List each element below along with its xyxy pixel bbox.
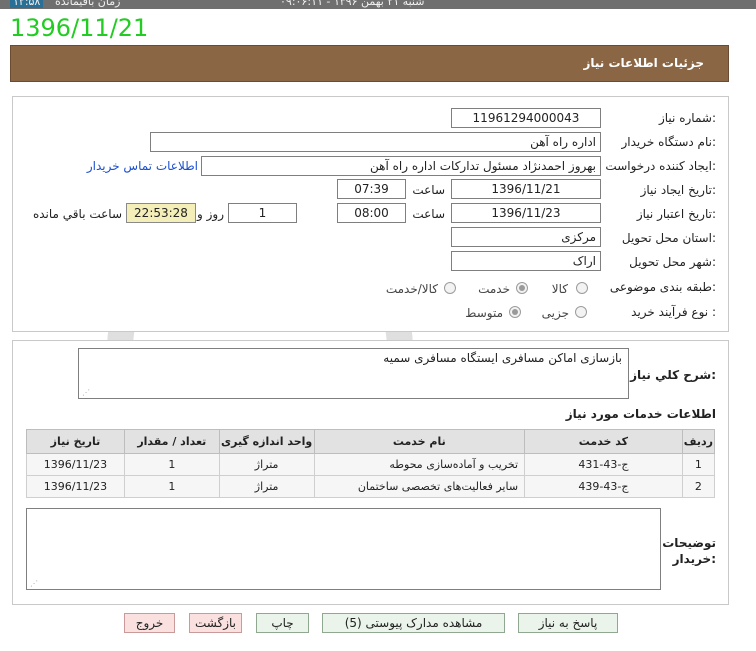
remaining-days-field[interactable]: 1 [228, 203, 297, 223]
remaining-time-field: 22:53:28 [126, 203, 196, 223]
creator-field[interactable]: بهروز احمدنژاد مسئول تدارکات اداره راه آ… [201, 156, 601, 176]
buyer-contact-link[interactable]: اطلاعات تماس خریدار [87, 159, 198, 173]
category-option-goods-service: کالا/خدمت [385, 282, 438, 296]
cell-row: 1 [681, 453, 716, 476]
summary-label: شرح کلي نياز: [630, 368, 716, 382]
cell-unit: متراژ [218, 453, 315, 476]
category-radio-goods-service[interactable] [444, 282, 456, 294]
cell-code: ج-43-439 [524, 475, 683, 498]
cell-date: 1396/11/23 [26, 453, 125, 476]
page-title: جزئیات اطلاعات نیاز [583, 56, 704, 70]
creator-label: ایجاد کننده درخواست: [605, 159, 716, 173]
created-time-field[interactable]: 07:39 [337, 179, 406, 199]
city-field[interactable]: اراک [451, 251, 601, 271]
col-service-name: نام خدمت [313, 429, 526, 454]
created-date-field[interactable]: 1396/11/21 [451, 179, 601, 199]
day-and-label: روز و [197, 207, 224, 221]
summary-text: بازسازی اماکن مسافری ایستگاه مسافری سمیه [383, 351, 622, 365]
cell-qty: 1 [123, 453, 220, 476]
remaining-clock-label: زمان باقیمانده [55, 0, 121, 8]
created-date-label: تاریخ ایجاد نیاز: [640, 183, 716, 197]
province-label: استان محل تحویل: [621, 231, 716, 245]
attachments-button[interactable]: مشاهده مدارک پیوستی (5) [322, 613, 505, 633]
col-row: ردیف [681, 429, 716, 454]
valid-date-field[interactable]: 1396/11/23 [451, 203, 601, 223]
table-row[interactable]: 1396/11/23 1 متراژ تخریب و آماده‌سازی مح… [26, 453, 716, 476]
cell-qty: 1 [123, 475, 220, 498]
process-option-minor: جزیی [541, 306, 569, 320]
category-option-service: خدمت [478, 282, 510, 296]
services-header-row: تاریخ نیاز تعداد / مقدار واحد اندازه گیر… [26, 429, 716, 454]
col-unit: واحد اندازه گیری [218, 429, 315, 454]
col-need-date: تاریخ نیاز [26, 429, 125, 454]
buyer-org-field[interactable]: اداره راه آهن [150, 132, 601, 152]
process-radio-minor[interactable] [575, 306, 587, 318]
col-quantity: تعداد / مقدار [123, 429, 220, 454]
services-table: تاریخ نیاز تعداد / مقدار واحد اندازه گیر… [26, 429, 716, 498]
category-label: طبقه بندی موضوعی: [609, 280, 716, 294]
process-radio-medium[interactable] [509, 306, 521, 318]
buyer-org-label: نام دستگاه خریدار: [621, 135, 717, 149]
buyer-notes-label-line2: خریدار: [672, 552, 716, 566]
services-title: اطلاعات خدمات مورد نیاز [565, 407, 716, 421]
cell-row: 2 [681, 475, 716, 498]
category-radio-goods[interactable] [576, 282, 588, 294]
province-field[interactable]: مرکزی [451, 227, 601, 247]
remaining-clock: ۱۲:۵۸ [10, 0, 44, 8]
exit-button[interactable]: خروج [124, 613, 175, 633]
resize-grip-icon[interactable]: ⋰ [82, 388, 90, 397]
cell-name: سایر فعالیت‌های تخصصی ساختمان [313, 475, 526, 498]
buyer-notes-label-line1: توضیحات [662, 536, 716, 550]
buyer-notes-textarea[interactable]: ⋰ [26, 508, 661, 590]
top-status-bar: شنبه ۲۱ بهمن ۱۳۹۶ - ۰۹:۰۶:۱۱ ۱۲:۵۸ زمان … [0, 0, 756, 9]
table-row[interactable]: 1396/11/23 1 متراژ سایر فعالیت‌های تخصصی… [26, 475, 716, 498]
valid-time-label: ساعت [412, 207, 445, 221]
print-button[interactable]: چاپ [256, 613, 309, 633]
cell-unit: متراژ [218, 475, 315, 498]
category-radio-service[interactable] [516, 282, 528, 294]
process-label: نوع فرآیند خرید : [631, 305, 716, 319]
remaining-time-label: ساعت باقي مانده [32, 207, 122, 221]
reply-button[interactable]: پاسخ به نیاز [518, 613, 618, 633]
page-header: جزئیات اطلاعات نیاز [10, 45, 729, 82]
resize-grip-icon[interactable]: ⋰ [30, 579, 38, 588]
process-option-medium: متوسط [465, 306, 503, 320]
cell-date: 1396/11/23 [26, 475, 125, 498]
cell-name: تخریب و آماده‌سازی محوطه [313, 453, 526, 476]
big-date: 1396/11/21 [10, 14, 149, 42]
valid-time-field[interactable]: 08:00 [337, 203, 406, 223]
summary-textarea[interactable]: بازسازی اماکن مسافری ایستگاه مسافری سمیه… [78, 348, 629, 399]
need-number-label: شماره نیاز: [658, 111, 716, 125]
col-service-code: کد خدمت [524, 429, 683, 454]
need-number-field[interactable]: 11961294000043 [451, 108, 601, 128]
category-option-goods: کالا [551, 282, 568, 296]
current-datetime: شنبه ۲۱ بهمن ۱۳۹۶ - ۰۹:۰۶:۱۱ [280, 0, 425, 8]
cell-code: ج-43-431 [524, 453, 683, 476]
city-label: شهر محل تحویل: [629, 255, 716, 269]
back-button[interactable]: بازگشت [189, 613, 242, 633]
valid-date-label: تاریخ اعتبار نیاز: [636, 207, 716, 221]
created-time-label: ساعت [412, 183, 445, 197]
